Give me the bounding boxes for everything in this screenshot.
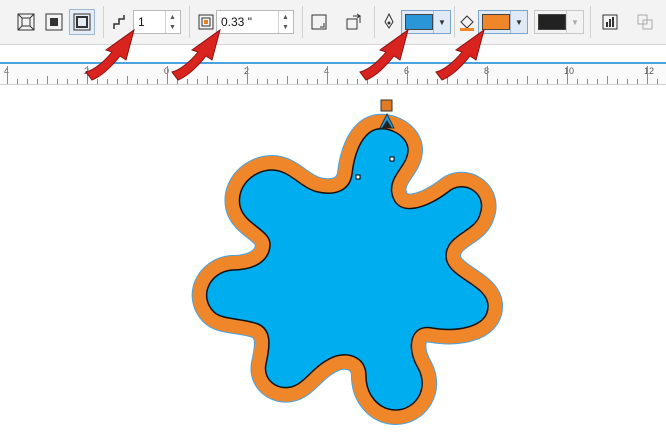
fill-color-swatch[interactable] <box>482 14 510 30</box>
separator <box>590 6 591 38</box>
contour-steps-value[interactable]: 1 <box>138 15 145 29</box>
contour-steps-stepper[interactable]: 1 ▲ ▼ <box>133 10 181 34</box>
ruler-accent-line <box>0 62 666 64</box>
separator <box>374 6 375 38</box>
outline-color-swatch[interactable] <box>405 14 433 30</box>
square-markers-icon <box>17 13 35 31</box>
contour-offset-input[interactable]: 0.33 " ▲ ▼ <box>216 10 294 34</box>
ruler-tick <box>527 76 528 84</box>
chevron-down-icon[interactable]: ▼ <box>566 11 583 33</box>
outline-color-icon-wrap <box>378 9 400 35</box>
corner-icon <box>311 14 327 30</box>
fill-color-icon-wrap <box>456 9 478 35</box>
drawing-canvas[interactable] <box>0 84 666 448</box>
ruler-tick <box>407 66 408 84</box>
copy-properties-button[interactable] <box>632 9 658 35</box>
square-inner-icon <box>45 13 63 31</box>
lock-ratio-button[interactable] <box>597 9 623 35</box>
separator <box>103 6 104 38</box>
fill-bucket-icon <box>460 15 474 31</box>
horizontal-ruler: 42024681012 <box>0 62 666 85</box>
ruler-tick <box>47 76 48 84</box>
node-handle[interactable] <box>389 156 395 162</box>
inside-contour-button[interactable] <box>13 9 39 35</box>
ruler-tick <box>367 76 368 84</box>
convert-icon <box>346 13 361 30</box>
ruler-tick <box>127 76 128 84</box>
ruler-tick <box>87 66 88 84</box>
ruler-tick <box>207 76 208 84</box>
convert-button[interactable] <box>341 9 367 35</box>
chevron-down-icon[interactable]: ▼ <box>510 11 527 33</box>
ruler-tick <box>487 66 488 84</box>
contour-end-handle[interactable] <box>380 99 393 112</box>
stepper-arrows[interactable]: ▲ ▼ <box>278 11 293 33</box>
accel-color-swatch[interactable] <box>538 14 566 30</box>
ruler-tick <box>287 76 288 84</box>
ruler-tick <box>607 76 608 84</box>
accel-color-picker[interactable]: ▼ <box>534 10 584 34</box>
node-handle[interactable] <box>355 174 361 180</box>
separator <box>302 6 303 38</box>
separator <box>189 6 190 38</box>
steps-icon <box>113 15 125 29</box>
ruler-tick <box>647 66 648 84</box>
ruler-tick <box>327 66 328 84</box>
contour-steps-icon-wrap <box>108 9 134 35</box>
contour-offset-icon <box>198 14 214 30</box>
contour-offset-value[interactable]: 0.33 " <box>221 15 252 29</box>
ruler-tick <box>167 66 168 84</box>
outside-contour-button[interactable] <box>41 9 67 35</box>
corner-button[interactable] <box>306 9 332 35</box>
ruler-label: 10 <box>564 66 575 76</box>
ruler-tick <box>447 76 448 84</box>
copy-icon <box>637 14 653 30</box>
ruler-tick <box>567 66 568 84</box>
ruler-tick <box>7 66 8 84</box>
separator <box>454 6 455 38</box>
fill-color-picker[interactable]: ▼ <box>478 10 528 34</box>
to-center-button[interactable] <box>69 9 95 35</box>
lock-icon <box>602 14 618 30</box>
chevron-down-icon[interactable]: ▼ <box>433 11 450 33</box>
square-outer-icon <box>73 13 91 31</box>
property-bar: 1 ▲ ▼ 0.33 " ▲ ▼ ▼ ▼ ▼ <box>0 0 666 45</box>
stepper-arrows[interactable]: ▲ ▼ <box>165 11 180 33</box>
pen-icon <box>384 13 394 29</box>
ruler-tick <box>247 66 248 84</box>
outline-color-picker[interactable]: ▼ <box>401 10 451 34</box>
ruler-label: 12 <box>644 66 655 76</box>
